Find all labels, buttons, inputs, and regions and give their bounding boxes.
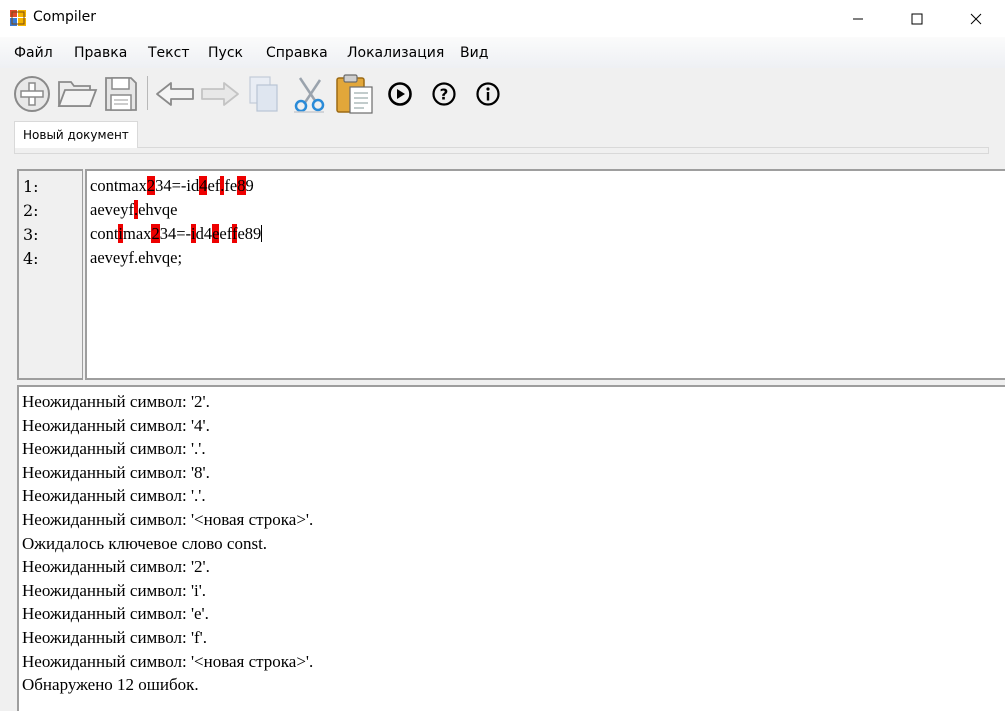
code-text: 34=-id xyxy=(155,176,200,195)
error-message: Неожиданный символ: '8'. xyxy=(22,462,210,482)
error-message: Ожидалось ключевое слово const. xyxy=(22,533,268,553)
code-text: 34=- xyxy=(159,224,191,243)
paste-button[interactable] xyxy=(333,72,377,116)
editor-area: 1: 2: 3: 4: contmax234=-id4ef.fe89 aevey… xyxy=(17,169,1005,380)
line-number: 3: xyxy=(23,225,39,244)
code-text: fe xyxy=(224,176,238,195)
code-text: ehvqe xyxy=(138,200,178,219)
window-title: Compiler xyxy=(33,9,97,25)
error-message: Неожиданный символ: 'e'. xyxy=(22,604,209,624)
title-bar: Compiler xyxy=(0,0,1005,37)
error-message: Неожиданный символ: '2'. xyxy=(22,392,210,411)
code-text: e89 xyxy=(237,224,262,243)
line-number-gutter: 1: 2: 3: 4: xyxy=(17,169,83,380)
toolbar: ? xyxy=(0,68,1005,118)
code-text: max xyxy=(123,224,152,243)
code-text: ef xyxy=(219,224,232,243)
maximize-button[interactable] xyxy=(888,0,946,37)
copy-icon xyxy=(249,76,278,112)
code-line: aeveyf.ehvqe; xyxy=(90,248,182,268)
maximize-icon xyxy=(911,13,923,24)
tab-panel-border xyxy=(14,147,989,154)
error-message: Неожиданный символ: '.'. xyxy=(22,439,206,459)
redo-button[interactable] xyxy=(198,72,242,116)
error-highlight: 2 xyxy=(151,224,160,243)
line-number: 1: xyxy=(23,177,39,196)
error-message: Неожиданный символ: '4'. xyxy=(22,415,210,435)
error-message: Неожиданный символ: 'i'. xyxy=(22,580,207,600)
new-file-button[interactable] xyxy=(10,72,54,116)
error-message: Неожиданный символ: '2'. xyxy=(22,557,210,577)
text-caret xyxy=(261,225,263,242)
menu-localization[interactable]: Локализация xyxy=(347,45,444,61)
tab-label: Новый документ xyxy=(23,128,129,142)
help-button[interactable]: ? xyxy=(428,72,460,116)
menu-view[interactable]: Вид xyxy=(460,45,488,61)
close-button[interactable] xyxy=(947,0,1005,37)
app-icon xyxy=(10,10,26,26)
code-text: d4 xyxy=(195,224,213,243)
arrow-left-icon xyxy=(156,82,194,106)
code-text: 9 xyxy=(245,176,254,195)
save-file-button[interactable] xyxy=(100,72,142,116)
document-tabs: Новый документ xyxy=(0,118,1005,154)
about-button[interactable] xyxy=(472,72,504,116)
menu-edit[interactable]: Правка xyxy=(74,45,127,61)
code-editor[interactable]: contmax234=-id4ef.fe89 aeveyf.ehvqe cont… xyxy=(85,169,1005,380)
run-button[interactable] xyxy=(384,72,416,116)
scissors-icon xyxy=(294,77,325,113)
folder-icon xyxy=(57,81,98,107)
menu-text[interactable]: Текст xyxy=(148,45,189,61)
info-icon xyxy=(476,82,500,106)
code-text: contmax xyxy=(90,176,147,195)
code-line: aeveyf.ehvqe xyxy=(90,200,178,220)
toolbar-separator xyxy=(147,76,148,110)
menu-file[interactable]: Файл xyxy=(14,45,53,61)
line-number: 2: xyxy=(23,201,39,220)
minimize-button[interactable] xyxy=(829,0,887,37)
arrow-right-icon xyxy=(201,82,239,106)
close-icon xyxy=(970,13,982,24)
code-line: contmax234=-id4ef.fe89 xyxy=(90,176,254,196)
play-icon xyxy=(388,82,412,106)
clipboard-icon xyxy=(336,74,373,114)
error-message: Обнаружено 12 ошибок. xyxy=(22,675,199,695)
code-text: aeveyf.ehvqe; xyxy=(90,248,183,267)
menu-help[interactable]: Справка xyxy=(266,45,328,61)
error-highlight: 8 xyxy=(237,176,246,195)
error-message: Неожиданный символ: '<новая строка>'. xyxy=(22,510,314,529)
line-number: 4: xyxy=(23,249,39,268)
error-message: Неожиданный символ: 'f'. xyxy=(22,628,207,647)
minimize-icon xyxy=(853,18,863,19)
code-text: ef xyxy=(207,176,221,195)
code-text: aeveyf xyxy=(90,200,134,219)
question-icon: ? xyxy=(432,82,456,106)
tab-new-document[interactable]: Новый документ xyxy=(14,121,138,148)
menu-bar: Файл Правка Текст Пуск Справка Локализац… xyxy=(0,37,1005,68)
code-line: contimax234=-id4eeffe89 xyxy=(90,224,263,244)
error-message: Неожиданный символ: '.'. xyxy=(22,486,206,506)
cut-button[interactable] xyxy=(288,72,330,116)
menu-run[interactable]: Пуск xyxy=(208,45,243,61)
copy-button[interactable] xyxy=(243,72,285,116)
error-output-panel[interactable]: Неожиданный символ: '2'. Неожиданный симв… xyxy=(17,385,1005,711)
open-file-button[interactable] xyxy=(55,72,99,116)
error-highlight: 2 xyxy=(146,176,156,195)
save-icon xyxy=(105,77,137,111)
svg-text:?: ? xyxy=(440,86,449,104)
new-file-icon xyxy=(14,76,50,112)
undo-button[interactable] xyxy=(153,72,197,116)
error-message: Неожиданный символ: '<новая строка>'. xyxy=(22,651,314,671)
code-text: cont xyxy=(90,224,119,243)
